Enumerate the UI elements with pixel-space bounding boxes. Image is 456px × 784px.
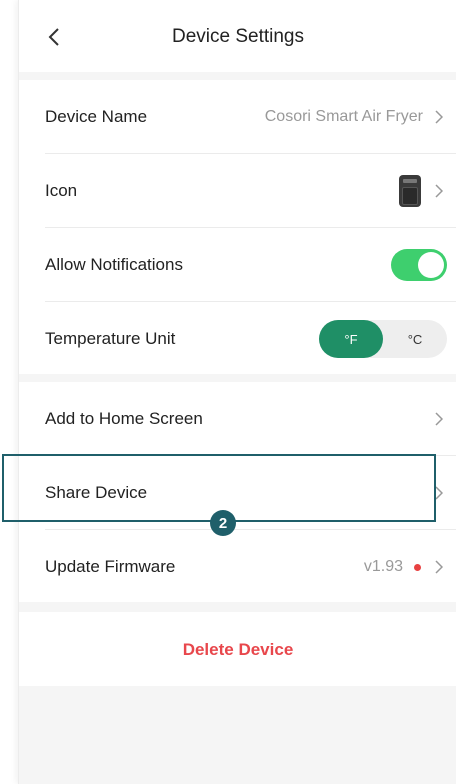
add-home-label: Add to Home Screen bbox=[45, 409, 203, 428]
delete-device-button[interactable]: Delete Device bbox=[19, 640, 456, 660]
chevron-right-icon bbox=[433, 411, 445, 427]
device-settings-screen: Device Settings Device Name Cosori Smart… bbox=[18, 0, 456, 784]
header-bar: Device Settings bbox=[19, 0, 456, 72]
icon-label: Icon bbox=[45, 181, 78, 200]
notifications-row: Allow Notifications bbox=[19, 228, 456, 302]
temperature-unit-label: Temperature Unit bbox=[45, 329, 176, 348]
icon-row[interactable]: Icon bbox=[19, 154, 456, 228]
chevron-right-icon bbox=[433, 109, 445, 125]
page-title: Device Settings bbox=[171, 26, 304, 47]
temperature-unit-switch: °F °C bbox=[319, 320, 447, 358]
update-firmware-row[interactable]: Update Firmware v1.93 bbox=[19, 530, 456, 604]
update-dot-icon bbox=[414, 563, 421, 571]
delete-group: Delete Device bbox=[19, 612, 456, 686]
notifications-toggle[interactable] bbox=[391, 249, 447, 281]
chevron-right-icon bbox=[433, 183, 445, 199]
step-badge: 2 bbox=[210, 510, 236, 536]
unit-fahrenheit-option[interactable]: °F bbox=[319, 320, 383, 358]
device-name-row[interactable]: Device Name Cosori Smart Air Fryer bbox=[19, 80, 456, 154]
update-firmware-label: Update Firmware bbox=[45, 557, 176, 576]
temperature-unit-row: Temperature Unit °F °C bbox=[19, 302, 456, 376]
unit-celsius-option[interactable]: °C bbox=[383, 320, 447, 358]
firmware-version: v1.93 bbox=[363, 558, 403, 575]
device-name-value: Cosori Smart Air Fryer bbox=[264, 108, 423, 125]
notifications-label: Allow Notifications bbox=[45, 255, 183, 274]
settings-group: Device Name Cosori Smart Air Fryer Icon … bbox=[19, 80, 456, 374]
toggle-knob bbox=[418, 252, 444, 278]
chevron-right-icon bbox=[433, 559, 445, 575]
air-fryer-icon bbox=[399, 175, 421, 207]
add-home-row[interactable]: Add to Home Screen bbox=[19, 382, 456, 456]
device-name-label: Device Name bbox=[45, 107, 148, 126]
